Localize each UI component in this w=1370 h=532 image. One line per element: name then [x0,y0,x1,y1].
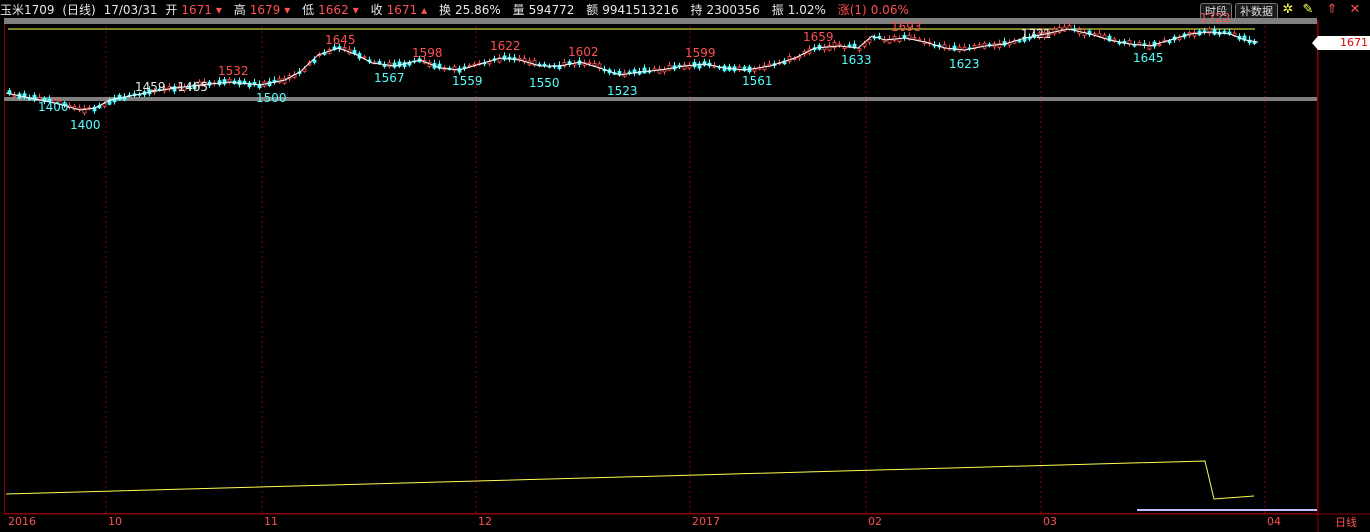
price-annotation: 1659 [803,30,834,44]
candle-body [1097,33,1102,37]
x-axis-label: 10 [108,515,122,528]
price-annotation: 1721 [1021,27,1052,41]
candle-body [1117,42,1122,45]
price-annotation: 1645 [325,33,356,47]
candle-body [667,65,672,71]
candle-body [592,63,597,67]
period-switch[interactable]: 日线 [1322,514,1370,532]
candle-body [587,62,592,65]
x-axis-label: 2017 [692,515,720,528]
candle-body [952,45,957,51]
candle-body [362,56,367,59]
price-annotation: 1598 [412,46,443,60]
candle-body [662,69,667,73]
price-annotation: 1400 [38,100,69,114]
price-annotation: 1623 [949,57,980,71]
x-axis-label: 03 [1043,515,1057,528]
price-annotation: 1602 [568,45,599,59]
price-annotation: 1561 [742,74,773,88]
candle-body [877,35,882,38]
x-axis-label: 02 [868,515,882,528]
candle-body [1167,40,1172,44]
price-annotation: 1693 [891,20,922,34]
candle-body [1137,42,1142,45]
price-annotation: 1645 [1133,51,1164,65]
price-annotation: 1400 [70,118,101,132]
candle-body [222,79,227,85]
candles [7,22,1257,116]
candle-body [857,48,862,51]
candle-body [837,43,842,46]
bottom-band [4,97,1317,101]
price-annotation: 1633 [841,53,872,67]
candle-body [997,42,1002,48]
price-annotation: 1532 [218,64,249,78]
candle-body [312,59,317,63]
price-annotation: 1622 [490,39,521,53]
chart-frame [4,20,1318,514]
candle-body [752,68,757,72]
price-annotation: 1722 [1200,11,1231,25]
kline-chart[interactable]: 14001400 1459 - 1465 1532 1500 1645 1567 1598 1… [0,0,1370,532]
candle-body [1222,30,1227,34]
candle-body [342,47,347,50]
candle-body [1202,30,1207,33]
candle-body [702,61,707,66]
top-band [4,18,1317,24]
x-axis-label: 2016 [8,515,36,528]
price-annotation: 1523 [607,84,638,98]
candle-body [867,39,872,43]
current-price-tag[interactable]: 1671 [1312,36,1370,50]
candle-body [892,35,897,41]
lower-indicator-line [5,460,1255,500]
price-annotation: 1599 [685,46,716,60]
price-annotation: 1567 [374,71,405,85]
price-annotation: 1550 [529,76,560,90]
candle-body [642,67,647,74]
candle-body [392,62,397,68]
price-annotation: 1459 - 1465 [135,80,208,94]
price-annotation: 1559 [452,74,483,88]
x-axis-label: 04 [1267,515,1281,528]
x-axis-label: 11 [264,515,278,528]
price-annotation: 1500 [256,91,287,105]
x-axis-label: 12 [478,515,492,528]
candle-body [912,37,917,40]
candle-body [1157,43,1162,47]
